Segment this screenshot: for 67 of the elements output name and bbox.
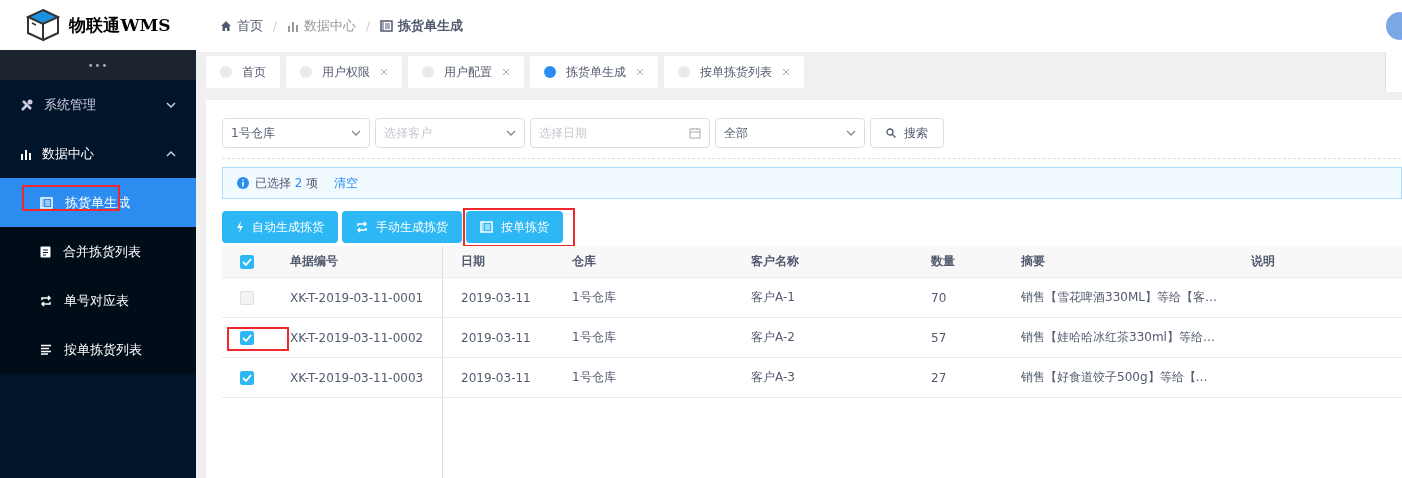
table-cell: 70 — [931, 290, 947, 305]
bolt-icon — [236, 221, 244, 233]
column-header: 仓库 — [554, 246, 733, 278]
table-cell: 客户A-2 — [751, 329, 795, 346]
document-icon — [480, 221, 493, 233]
info-icon — [237, 177, 249, 189]
more-dots[interactable]: ••• — [87, 59, 109, 71]
column-header: 数量 — [913, 246, 1003, 278]
swap-icon — [356, 221, 368, 233]
chevron-down-icon — [351, 130, 361, 136]
breadcrumb-item: 拣货单生成 — [380, 17, 464, 35]
bar-chart-icon — [20, 147, 32, 160]
selection-count-text: 已选择 2 项 — [255, 174, 319, 192]
document-icon — [40, 245, 51, 258]
chevron-down-icon — [166, 101, 176, 108]
table-cell: 2019-03-11 — [461, 370, 531, 385]
tools-icon — [20, 97, 34, 112]
sidebar-item[interactable]: 单号对应表 — [0, 276, 196, 325]
breadcrumb-separator: / — [366, 19, 371, 33]
checkbox[interactable] — [240, 254, 254, 269]
page-tab[interactable]: 按单拣货列表 — [664, 56, 804, 88]
table-cell: 2019-03-11 — [461, 290, 531, 305]
page-tab[interactable]: 拣货单生成 — [530, 56, 658, 88]
table-cell: 57 — [931, 330, 947, 345]
page-tab[interactable]: 用户配置 — [408, 56, 524, 88]
table-cell: XK-T-2019-03-11-0003 — [290, 370, 424, 385]
table-cell: 1号仓库 — [572, 329, 616, 346]
column-header: 单据编号 — [272, 246, 443, 278]
column-header: 客户名称 — [733, 246, 913, 278]
table-cell: 销售【雪花啤酒330ML】等给【客… — [1021, 289, 1217, 306]
checkbox[interactable] — [240, 370, 254, 385]
chevron-down-icon — [506, 130, 516, 136]
calendar-icon — [689, 127, 701, 139]
app-title: 物联通WMS — [69, 13, 171, 37]
breadcrumb-separator: / — [273, 19, 278, 33]
table-cell: 销售【好食道饺子500g】等给【… — [1021, 369, 1208, 386]
bar-chart-icon — [287, 20, 300, 32]
column-header: 说明 — [1233, 246, 1402, 278]
table-cell: 1号仓库 — [572, 289, 616, 306]
chevron-up-icon — [166, 150, 176, 157]
home-icon — [220, 20, 232, 32]
swap-icon — [40, 294, 52, 307]
select-field[interactable]: 1号仓库 — [222, 118, 370, 148]
document-icon — [40, 196, 53, 209]
page-tab[interactable]: 用户权限 — [286, 56, 402, 88]
table-cell: 27 — [931, 370, 947, 385]
chevron-down-icon — [846, 130, 856, 136]
document-icon — [380, 20, 394, 32]
search-icon — [886, 128, 896, 138]
table-cell: 1号仓库 — [572, 369, 616, 386]
checkbox[interactable] — [240, 330, 254, 345]
breadcrumb-item[interactable]: 首页 — [220, 17, 263, 35]
table-cell: 销售【娃哈哈冰红茶330ml】等给… — [1021, 329, 1215, 346]
table-cell: 2019-03-11 — [461, 330, 531, 345]
lines-icon — [40, 344, 52, 355]
select-field[interactable]: 全部 — [715, 118, 865, 148]
sidebar-item[interactable]: 合并拣货列表 — [0, 227, 196, 276]
search-button[interactable]: 搜索 — [870, 118, 944, 148]
box-logo-icon — [25, 7, 62, 43]
table-cell: XK-T-2019-03-11-0001 — [290, 290, 424, 305]
page-tab[interactable]: 首页 — [206, 56, 280, 88]
column-header: 摘要 — [1003, 246, 1233, 278]
table-cell: 客户A-3 — [751, 369, 795, 386]
sidebar-item[interactable]: 按单拣货列表 — [0, 325, 196, 374]
table-cell: XK-T-2019-03-11-0002 — [290, 330, 424, 345]
column-header: 日期 — [443, 246, 554, 278]
table-cell: 客户A-1 — [751, 289, 795, 306]
